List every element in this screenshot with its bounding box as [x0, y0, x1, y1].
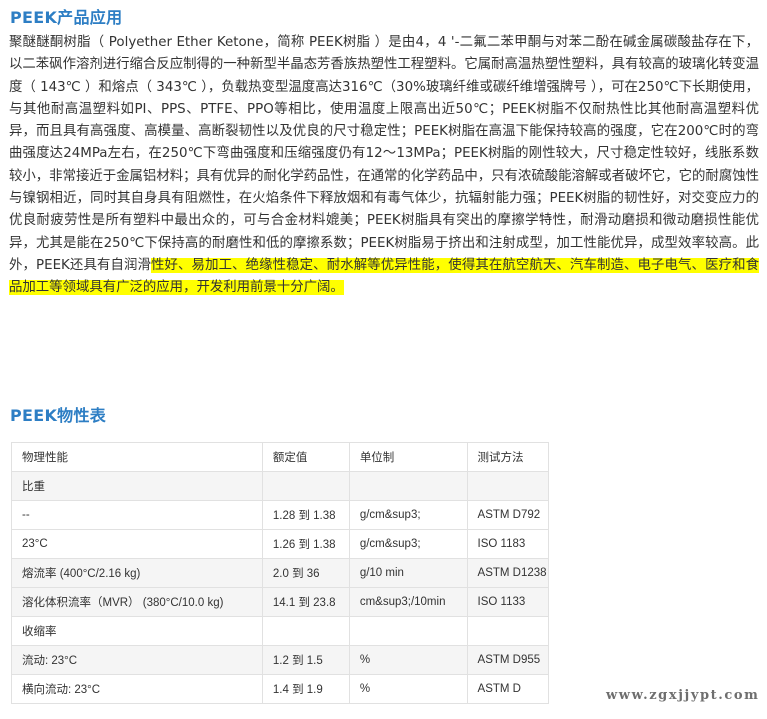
table-row: -- 1.28 到 1.38 g/cm&sup3; ASTM D792: [11, 500, 550, 530]
table-header-row: 物理性能 额定值 单位制 测试方法: [11, 442, 550, 472]
page: PEEK产品应用 聚醚醚酮树脂（ Polyether Ether Ketone，…: [0, 0, 767, 719]
table-row: 溶化体积流率（MVR） (380°C/10.0 kg) 14.1 到 23.8 …: [11, 587, 550, 617]
table-cell: ASTM D792: [466, 500, 550, 530]
table-cell: g/10 min: [348, 558, 468, 588]
watermark-text: www.zgxjjypt.com: [606, 688, 760, 703]
table-row: 比重: [11, 471, 550, 501]
table-cell: 熔流率 (400°C/2.16 kg): [11, 558, 263, 588]
section-title-applications: PEEK产品应用: [10, 8, 123, 27]
header-rated-value: 额定值: [261, 442, 350, 472]
table-cell: g/cm&sup3;: [348, 529, 468, 559]
paragraph-text: 聚醚醚酮树脂（ Polyether Ether Ketone，简称 PEEK树脂…: [9, 35, 759, 273]
table-row: 熔流率 (400°C/2.16 kg) 2.0 到 36 g/10 min AS…: [11, 558, 550, 588]
table-row: 横向流动: 23°C 1.4 到 1.9 % ASTM D: [11, 674, 550, 704]
table-cell: [348, 471, 468, 501]
table-cell: 2.0 到 36: [261, 558, 350, 588]
table-cell: [348, 616, 468, 646]
table-cell: 比重: [11, 471, 263, 501]
table-cell: ISO 1133: [466, 587, 550, 617]
table-cell: [261, 471, 350, 501]
table-row: 流动: 23°C 1.2 到 1.5 % ASTM D955: [11, 645, 550, 675]
table-cell: [466, 471, 550, 501]
table-row: 23°C 1.26 到 1.38 g/cm&sup3; ISO 1183: [11, 529, 550, 559]
table-cell: 收缩率: [11, 616, 263, 646]
table-cell: 1.2 到 1.5: [261, 645, 350, 675]
table-cell: g/cm&sup3;: [348, 500, 468, 530]
table-cell: ASTM D1238: [466, 558, 550, 588]
table-cell: 23°C: [11, 529, 263, 559]
table-cell: 溶化体积流率（MVR） (380°C/10.0 kg): [11, 587, 263, 617]
table-cell: %: [348, 674, 468, 704]
table-cell: [466, 616, 550, 646]
table-cell: 1.4 到 1.9: [261, 674, 350, 704]
table-cell: %: [348, 645, 468, 675]
table-cell: ASTM D: [466, 674, 550, 704]
properties-table: 物理性能 额定值 单位制 测试方法 比重 -- 1.28 到 1.38 g/cm…: [11, 442, 550, 704]
table-cell: [261, 616, 350, 646]
table-cell: cm&sup3;/10min: [348, 587, 468, 617]
header-unit: 单位制: [348, 442, 468, 472]
table-cell: 流动: 23°C: [11, 645, 263, 675]
table-cell: --: [11, 500, 263, 530]
header-test-method: 测试方法: [466, 442, 550, 472]
table-cell: ASTM D955: [466, 645, 550, 675]
table-cell: 1.28 到 1.38: [261, 500, 350, 530]
table-cell: 1.26 到 1.38: [261, 529, 350, 559]
applications-paragraph: 聚醚醚酮树脂（ Polyether Ether Ketone，简称 PEEK树脂…: [9, 32, 759, 300]
header-property: 物理性能: [11, 442, 263, 472]
section-title-properties: PEEK物性表: [10, 406, 107, 425]
table-cell: 横向流动: 23°C: [11, 674, 263, 704]
table-row: 收缩率: [11, 616, 550, 646]
table-cell: ISO 1183: [466, 529, 550, 559]
table-cell: 14.1 到 23.8: [261, 587, 350, 617]
